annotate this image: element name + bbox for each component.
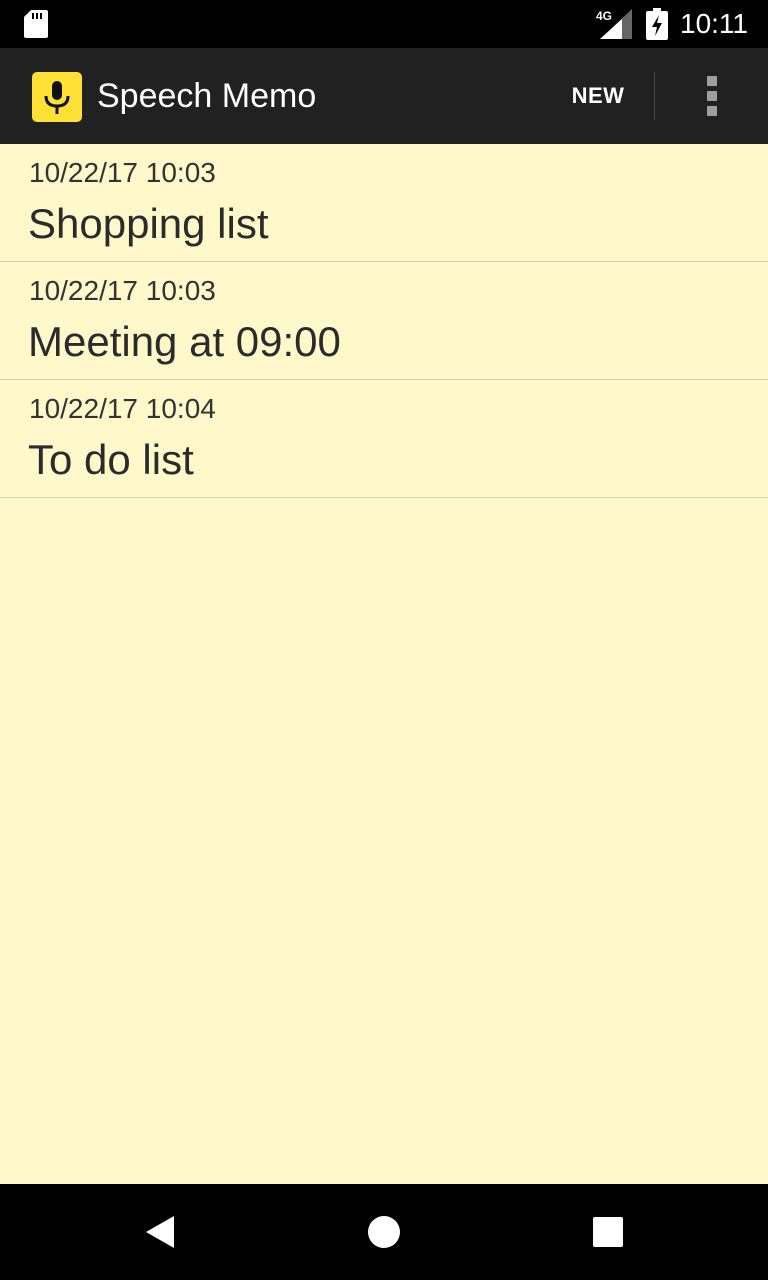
memo-title: Meeting at 09:00 (28, 318, 341, 365)
memo-title: To do list (28, 436, 194, 483)
memo-date: 10/22/17 10:03 (29, 157, 216, 188)
new-memo-button[interactable]: NEW (556, 72, 640, 120)
navigation-bar (0, 1184, 768, 1280)
app-title: Speech Memo (97, 77, 317, 115)
memo-date: 10/22/17 10:04 (29, 393, 216, 424)
memo-item[interactable]: 10/22/17 10:04 To do list (0, 380, 768, 498)
memo-title: Shopping list (28, 200, 269, 247)
signal-icon: 4G (596, 9, 632, 39)
memo-date: 10/22/17 10:03 (29, 275, 216, 306)
sd-card-icon (24, 10, 48, 38)
memo-item[interactable]: 10/22/17 10:03 Shopping list (0, 144, 768, 262)
recents-icon[interactable] (584, 1208, 632, 1256)
status-clock: 10:11 (680, 8, 748, 39)
status-bar: 4G 10:11 (0, 0, 768, 48)
toolbar-divider (654, 72, 655, 120)
memo-item[interactable]: 10/22/17 10:03 Meeting at 09:00 (0, 262, 768, 380)
network-label: 4G (596, 9, 612, 23)
back-icon[interactable] (136, 1208, 184, 1256)
microphone-icon[interactable] (32, 72, 82, 122)
home-icon[interactable] (360, 1208, 408, 1256)
app-bar: Speech Memo NEW (0, 48, 768, 144)
more-vert-icon[interactable] (688, 72, 736, 120)
memo-list: 10/22/17 10:03 Shopping list 10/22/17 10… (0, 144, 768, 498)
battery-charging-icon (646, 8, 668, 40)
